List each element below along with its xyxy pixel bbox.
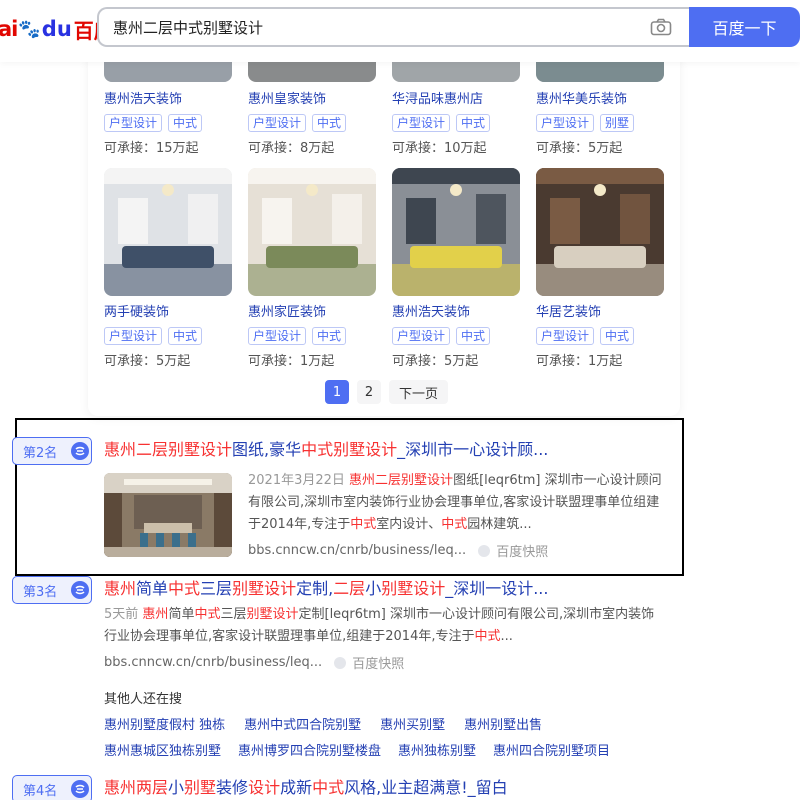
shop-tag: 户型设计: [248, 114, 307, 132]
related-searches-title: 其他人还在搜: [104, 692, 183, 707]
shop-price: 可承接：5万起: [104, 354, 191, 369]
result-url-line: bbs.cnncw.cn/cnrb/business/leq... 百度快照: [248, 541, 548, 560]
shop-tag: 中式: [168, 327, 203, 345]
shop-name[interactable]: 惠州家匠装饰: [248, 304, 376, 322]
shop-tile[interactable]: 惠州家匠装饰 户型设计 中式 可承接：1万起: [248, 168, 376, 371]
pager: 1 2 下一页: [325, 380, 449, 404]
shop-tag: 户型设计: [248, 327, 307, 345]
related-search-link[interactable]: 惠州独栋别墅: [398, 740, 476, 759]
result-title[interactable]: 惠州简单中式三层别墅设计定制,二层小别墅设计_深圳一设计...: [104, 578, 548, 600]
rank-badge: 第2名: [12, 437, 92, 465]
shop-tags: 户型设计 中式: [248, 327, 376, 345]
shop-price: 可承接：5万起: [392, 354, 479, 369]
shop-name[interactable]: 两手硬装饰: [104, 304, 232, 322]
shop-tags: 户型设计 别墅: [536, 114, 664, 132]
shop-tags: 户型设计 中式: [104, 327, 232, 345]
shop-price: 可承接：8万起: [248, 141, 335, 156]
shop-tag: 户型设计: [536, 114, 595, 132]
related-search-link[interactable]: 惠州中式四合院别墅: [244, 714, 361, 733]
shop-name[interactable]: 华居艺装饰: [536, 304, 664, 322]
related-searches-row: 惠州别墅度假村 独栋 惠州中式四合院别墅 惠州买别墅 惠州别墅出售: [104, 714, 542, 733]
shop-price: 可承接：5万起: [536, 141, 623, 156]
shop-tags: 户型设计 中式: [104, 114, 232, 132]
shop-tag: 中式: [168, 114, 203, 132]
shop-tile[interactable]: 华居艺装饰 户型设计 中式 可承接：1万起: [536, 168, 664, 371]
shop-name[interactable]: 华浔品味惠州店: [392, 91, 520, 109]
result-url[interactable]: bbs.cnncw.cn/cnrb/business/leq...: [248, 543, 466, 558]
search-button[interactable]: 百度一下: [689, 7, 800, 47]
ad-mark-icon: [71, 442, 89, 460]
pager-next[interactable]: 下一页: [389, 380, 449, 404]
shop-tag: 中式: [600, 327, 635, 345]
related-search-link[interactable]: 惠州惠城区独栋别墅: [104, 740, 221, 759]
shop-tag: 中式: [312, 114, 347, 132]
shop-tile[interactable]: 两手硬装饰 户型设计 中式 可承接：5万起: [104, 168, 232, 371]
shop-price: 可承接：15万起: [104, 141, 199, 156]
snapshot-link[interactable]: 百度快照: [352, 653, 404, 672]
shop-tag: 户型设计: [392, 327, 451, 345]
shop-tag: 户型设计: [536, 327, 595, 345]
shop-tag: 中式: [312, 327, 347, 345]
shop-photo[interactable]: [104, 168, 232, 296]
shop-price: 可承接：10万起: [392, 141, 487, 156]
shop-name[interactable]: 惠州华美乐装饰: [536, 91, 664, 109]
shop-tags: 户型设计 中式: [392, 327, 520, 345]
related-search-link[interactable]: 惠州四合院别墅项目: [493, 740, 610, 759]
shop-price: 可承接：1万起: [536, 354, 623, 369]
result-thumbnail[interactable]: [104, 473, 232, 557]
shop-photo[interactable]: [392, 168, 520, 296]
ad-mark-icon: [71, 581, 89, 599]
top-bar: ai🐾du百度 百度一下: [0, 0, 800, 62]
shop-photo[interactable]: [248, 168, 376, 296]
result-title[interactable]: 惠州二层别墅设计图纸,豪华中式别墅设计_深圳市一心设计顾...: [104, 439, 548, 461]
related-search-link[interactable]: 惠州别墅出售: [464, 714, 542, 733]
shop-tag: 户型设计: [104, 327, 163, 345]
snapshot-arrow-icon[interactable]: [478, 544, 491, 557]
result-snippet: 2021年3月22日 惠州二层别墅设计图纸[leqr6tm] 深圳市一心设计顾问…: [248, 473, 662, 532]
search-input[interactable]: [113, 9, 633, 45]
result-title[interactable]: 惠州两层小别墅装修设计成新中式风格,业主超满意!_留白: [104, 777, 508, 799]
snapshot-link[interactable]: 百度快照: [496, 541, 548, 560]
rank-badge: 第4名: [12, 775, 92, 800]
shop-tag: 中式: [456, 114, 491, 132]
shop-name[interactable]: 惠州浩天装饰: [392, 304, 520, 322]
shop-price: 可承接：1万起: [248, 354, 335, 369]
shop-name[interactable]: 惠州浩天装饰: [104, 91, 232, 109]
shop-tag: 中式: [456, 327, 491, 345]
shop-photo[interactable]: [536, 168, 664, 296]
shop-tags: 户型设计 中式: [536, 327, 664, 345]
shop-tag: 别墅: [600, 114, 635, 132]
related-searches-row: 惠州惠城区独栋别墅 惠州博罗四合院别墅楼盘 惠州独栋别墅 惠州四合院别墅项目: [104, 740, 610, 759]
shop-tags: 户型设计 中式: [248, 114, 376, 132]
shop-name[interactable]: 惠州皇家装饰: [248, 91, 376, 109]
camera-icon[interactable]: [650, 18, 672, 36]
related-search-link[interactable]: 惠州别墅度假村 独栋: [104, 714, 225, 733]
related-search-link[interactable]: 惠州博罗四合院别墅楼盘: [238, 740, 381, 759]
shop-tags: 户型设计 中式: [392, 114, 520, 132]
pager-page-1[interactable]: 1: [325, 380, 349, 404]
rank-badge: 第3名: [12, 576, 92, 604]
search-box: [97, 7, 691, 47]
paw-icon: 🐾: [18, 18, 41, 40]
result-url[interactable]: bbs.cnncw.cn/cnrb/business/leq...: [104, 655, 322, 670]
result-url-line: bbs.cnncw.cn/cnrb/business/leq... 百度快照: [104, 653, 404, 672]
result-snippet: 5天前 惠州简单中式三层别墅设计定制[leqr6tm] 深圳市一心设计顾问有限公…: [104, 607, 655, 644]
pager-page-2[interactable]: 2: [357, 380, 381, 404]
shop-tag: 户型设计: [392, 114, 451, 132]
ad-mark-icon: [71, 780, 89, 798]
shop-tag: 户型设计: [104, 114, 163, 132]
snapshot-arrow-icon[interactable]: [334, 656, 347, 669]
shop-tile[interactable]: 惠州浩天装饰 户型设计 中式 可承接：5万起: [392, 168, 520, 371]
related-search-link[interactable]: 惠州买别墅: [380, 714, 445, 733]
